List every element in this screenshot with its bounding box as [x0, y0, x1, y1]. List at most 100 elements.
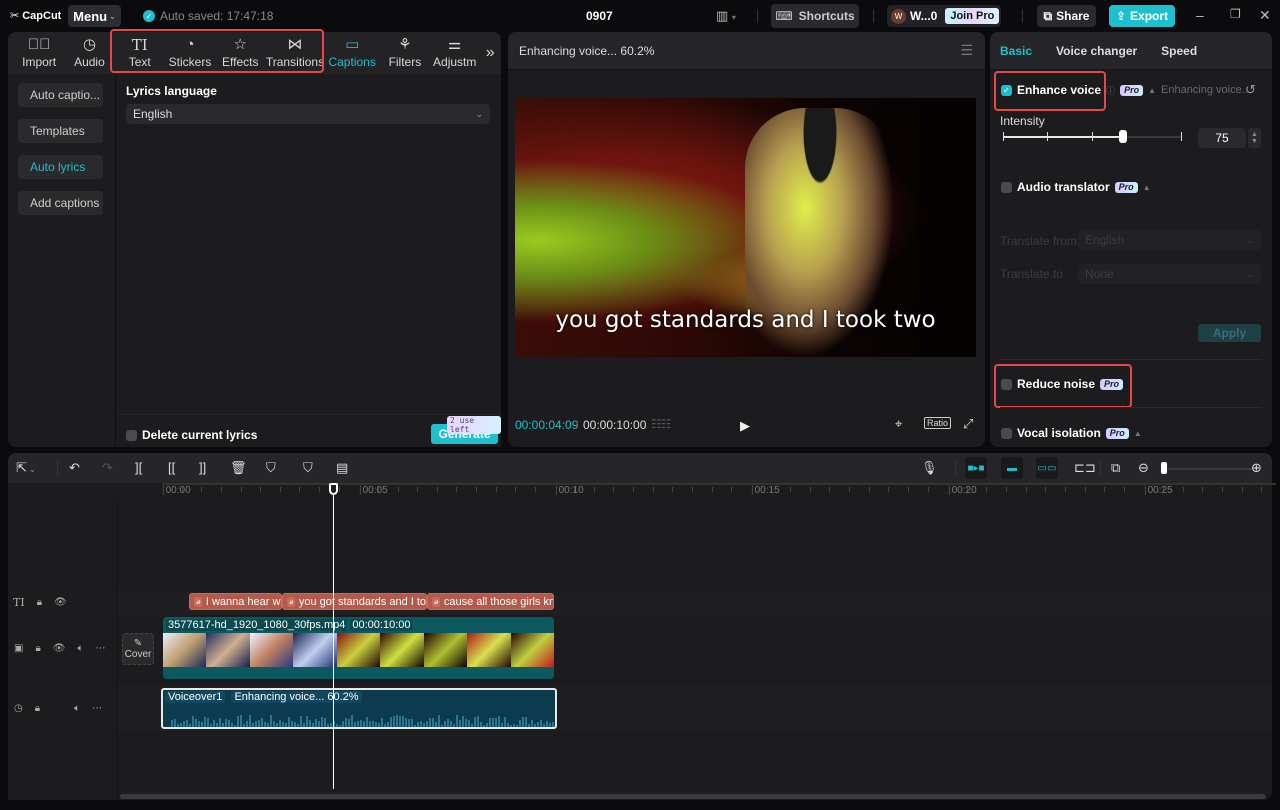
video-preview[interactable]: you got standards and I took two — [515, 98, 976, 357]
undo-icon[interactable]: ↶ — [69, 460, 80, 476]
volume-icon[interactable]: 🔈︎ — [77, 643, 83, 654]
zoom-to-fit-icon[interactable]: ⧉ — [1111, 460, 1120, 476]
lock-icon[interactable]: 🔒︎ — [35, 643, 40, 654]
user-account[interactable]: W W...0 Join Pro — [887, 5, 1001, 27]
preview-axis-icon[interactable]: ⊏⊐ — [1074, 460, 1096, 476]
split-icon[interactable]: ][ — [135, 460, 142, 475]
zoom-slider-track[interactable] — [1163, 468, 1253, 470]
eye-icon[interactable]: 👁︎ — [54, 597, 67, 608]
tab-voice-changer[interactable]: Voice changer — [1056, 44, 1137, 58]
captions-edit-icon[interactable]: ▤ — [336, 460, 348, 476]
audio-translator-checkbox[interactable] — [1001, 181, 1012, 193]
close-icon[interactable]: ✕ — [1259, 7, 1271, 24]
ruler-tick — [927, 487, 929, 492]
lock-icon[interactable]: 🔒︎ — [37, 597, 42, 608]
layout-icon[interactable]: ▥ ▾ — [716, 8, 736, 24]
ratio-button[interactable]: Ratio — [924, 417, 952, 429]
tool-import[interactable]: ▶⃞ Import — [14, 32, 64, 74]
audio-clip[interactable]: Voiceover1 Enhancing voice... 60.2% — [161, 688, 557, 729]
cover-button[interactable]: ✎ Cover — [122, 633, 154, 665]
intensity-slider-thumb[interactable] — [1119, 130, 1128, 143]
chevron-down-icon[interactable]: ▼ — [1251, 138, 1258, 145]
tool-adjustment[interactable]: ⚌ Adjustm — [430, 32, 479, 74]
focus-icon[interactable]: ⌖ — [895, 416, 902, 432]
zoom-slider-thumb[interactable] — [1161, 462, 1167, 474]
more-icon[interactable]: ⋯ — [92, 703, 102, 714]
minimize-icon[interactable]: – — [1196, 7, 1204, 23]
reduce-noise-checkbox[interactable] — [1001, 378, 1012, 390]
video-clip[interactable]: 3577617-hd_1920_1080_30fps.mp4 00:00:10:0… — [163, 617, 554, 679]
horizontal-scrollbar[interactable] — [120, 794, 1266, 799]
zoom-out-icon[interactable]: ⊖ — [1138, 460, 1149, 476]
caption-clip[interactable]: ꭷ you got standards and I to — [282, 593, 427, 610]
thumbnail — [380, 633, 424, 667]
subnav-auto-captions[interactable]: Auto captio... — [18, 83, 103, 107]
volume-icon[interactable]: 🔈︎ — [74, 703, 80, 714]
shortcuts-button[interactable]: ⌨ Shortcuts — [771, 4, 859, 28]
checkbox[interactable] — [126, 429, 137, 441]
waveform-bar — [423, 722, 425, 727]
caption-clip[interactable]: ꭷ cause all those girls kn — [427, 593, 554, 610]
marker-icon[interactable]: ⛉ — [303, 460, 313, 476]
export-button[interactable]: ⇪ Export — [1109, 5, 1175, 27]
playhead-handle[interactable] — [329, 483, 338, 495]
intensity-stepper[interactable]: ▲ ▼ — [1248, 128, 1261, 148]
chevron-up-icon[interactable]: ▲ — [1251, 131, 1258, 138]
caret-up-icon[interactable]: ▲ — [1134, 429, 1142, 438]
more-icon[interactable]: ⋯ — [95, 643, 105, 654]
play-icon[interactable]: ▶ — [740, 418, 750, 434]
ruler-tick — [1084, 487, 1086, 492]
tool-captions[interactable]: ▭ Captions — [325, 32, 380, 74]
delete-lyrics-checkbox[interactable]: Delete current lyrics — [126, 428, 257, 442]
linkage-icon[interactable]: ▭▭ — [1036, 457, 1058, 479]
caption-overlay[interactable]: you got standards and I took two — [515, 307, 976, 333]
split-left-icon[interactable]: [[ — [168, 460, 175, 475]
redo-icon[interactable]: ↷ — [102, 460, 113, 476]
tool-filters[interactable]: ⚘ Filters — [380, 32, 430, 74]
caret-up-icon[interactable]: ▲ — [1143, 183, 1151, 192]
waveform-bar — [288, 717, 290, 727]
subnav-auto-lyrics[interactable]: Auto lyrics — [18, 155, 103, 179]
subnav-add-captions[interactable]: Add captions — [18, 191, 103, 215]
tool-audio[interactable]: ◷ Audio — [64, 32, 114, 74]
menu-button[interactable]: Menu ⌄ — [68, 5, 121, 27]
select-tool-icon[interactable]: ⇱ ⌄ — [16, 460, 36, 476]
apply-button[interactable]: Apply — [1198, 324, 1261, 342]
playhead[interactable] — [333, 483, 334, 789]
list-icon[interactable]: ☷☷ — [651, 417, 671, 431]
ruler-tick — [201, 487, 203, 492]
zoom-in-icon[interactable]: ⊕ — [1251, 460, 1262, 476]
waveform-bar — [456, 715, 458, 727]
waveform-bar — [234, 724, 236, 727]
reset-icon[interactable]: ↺ — [1245, 82, 1256, 98]
delete-icon[interactable]: 🗑 — [230, 460, 247, 476]
fullscreen-icon[interactable]: ⤢ — [963, 416, 973, 432]
caret-up-icon[interactable]: ▲ — [1148, 86, 1156, 95]
tab-basic[interactable]: Basic — [1000, 44, 1032, 58]
main-track-magnet-icon[interactable]: ■▸■ — [965, 457, 987, 479]
maximize-icon[interactable]: ❐ — [1230, 7, 1241, 21]
tab-speed[interactable]: Speed — [1161, 44, 1197, 58]
lyrics-language-select[interactable]: English ⌄ — [126, 104, 490, 124]
lyrics-language-label: Lyrics language — [126, 84, 217, 98]
more-tools-icon[interactable]: » — [479, 32, 501, 74]
intensity-input[interactable]: 75 — [1198, 128, 1246, 148]
split-right-icon[interactable]: ]] — [199, 460, 206, 475]
menu-icon[interactable]: ☰ — [960, 42, 973, 59]
caption-clip[interactable]: ꭷI wanna hear wh — [189, 593, 282, 610]
translate-from-select[interactable]: English ⌄ — [1078, 230, 1261, 250]
player-header: Enhancing voice... 60.2% ☰ — [508, 32, 985, 70]
microphone-icon[interactable]: 🎙 — [921, 460, 938, 476]
auto-snap-icon[interactable]: ▬ — [1001, 457, 1023, 479]
enhance-voice-checkbox[interactable]: ✓ — [1001, 84, 1012, 96]
vocal-isolation-checkbox[interactable] — [1001, 427, 1012, 439]
subnav-templates[interactable]: Templates — [18, 119, 103, 143]
translate-to-select[interactable]: None ⌄ — [1078, 264, 1261, 284]
join-pro-button[interactable]: Join Pro — [945, 8, 1000, 24]
info-icon[interactable]: ⓘ — [1106, 84, 1115, 97]
share-button[interactable]: ⧉ Share — [1037, 5, 1096, 27]
lock-icon[interactable]: 🔒︎ — [35, 703, 40, 714]
eye-icon[interactable]: 👁︎ — [53, 643, 66, 654]
mark-ai-icon[interactable]: ⛉ — [266, 460, 276, 476]
waveform-bar — [255, 720, 257, 727]
